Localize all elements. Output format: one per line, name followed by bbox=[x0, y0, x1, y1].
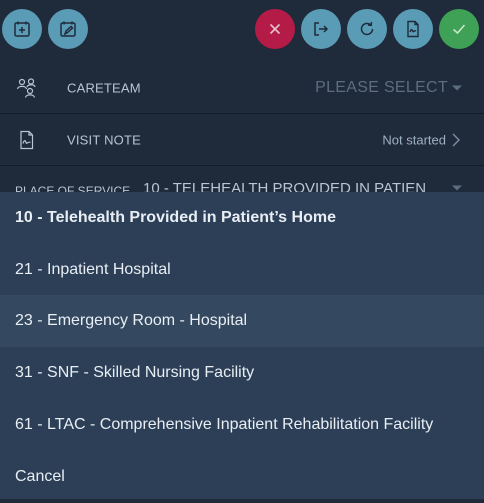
careteam-row[interactable]: CARETEAM PLEASE SELECT bbox=[0, 62, 484, 114]
document-sign-icon bbox=[20, 130, 34, 149]
document-sign-icon bbox=[407, 20, 419, 38]
chevron-right-icon bbox=[452, 133, 460, 146]
dropdown-option[interactable]: 31 - SNF - Skilled Nursing Facility bbox=[0, 347, 484, 399]
dropdown-option[interactable]: 10 - Telehealth Provided in Patient’s Ho… bbox=[0, 192, 484, 244]
confirm-button[interactable] bbox=[439, 9, 479, 49]
add-event-button[interactable] bbox=[2, 9, 42, 49]
calendar-edit-icon bbox=[60, 21, 76, 37]
team-icon bbox=[16, 77, 36, 98]
calendar-add-icon bbox=[14, 21, 30, 37]
careteam-label: CARETEAM bbox=[67, 80, 141, 95]
dropdown-option[interactable]: 23 - Emergency Room - Hospital bbox=[0, 295, 484, 347]
careteam-select[interactable]: PLEASE SELECT bbox=[315, 79, 448, 97]
sign-document-button[interactable] bbox=[393, 9, 433, 49]
form-rows: CARETEAM PLEASE SELECT VISIT NOTE Not st… bbox=[0, 62, 484, 166]
check-icon bbox=[452, 24, 466, 35]
refresh-button[interactable] bbox=[347, 9, 387, 49]
export-button[interactable] bbox=[301, 9, 341, 49]
chevron-down-icon bbox=[452, 85, 462, 90]
visit-note-row[interactable]: VISIT NOTE Not started bbox=[0, 114, 484, 166]
toolbar bbox=[0, 0, 484, 62]
visit-note-status: Not started bbox=[382, 132, 446, 147]
place-of-service-dropdown: 10 - Telehealth Provided in Patient’s Ho… bbox=[0, 192, 484, 499]
dropdown-option[interactable]: 61 - LTAC - Comprehensive Inpatient Reha… bbox=[0, 399, 484, 451]
close-button[interactable] bbox=[255, 9, 295, 49]
edit-event-button[interactable] bbox=[48, 9, 88, 49]
cancel-option[interactable]: Cancel bbox=[0, 451, 484, 503]
export-icon bbox=[314, 22, 329, 36]
refresh-icon bbox=[360, 21, 374, 36]
visit-note-label: VISIT NOTE bbox=[67, 132, 141, 147]
close-icon bbox=[269, 23, 281, 35]
dropdown-option[interactable]: 21 - Inpatient Hospital bbox=[0, 244, 484, 296]
chevron-down-icon bbox=[452, 185, 462, 191]
place-of-service-value[interactable]: 10 - TELEHEALTH PROVIDED IN PATIEN bbox=[143, 180, 426, 192]
place-of-service-label: PLACE OF SERVICE bbox=[15, 184, 131, 192]
place-of-service-row[interactable]: PLACE OF SERVICE 10 - TELEHEALTH PROVIDE… bbox=[0, 166, 484, 192]
